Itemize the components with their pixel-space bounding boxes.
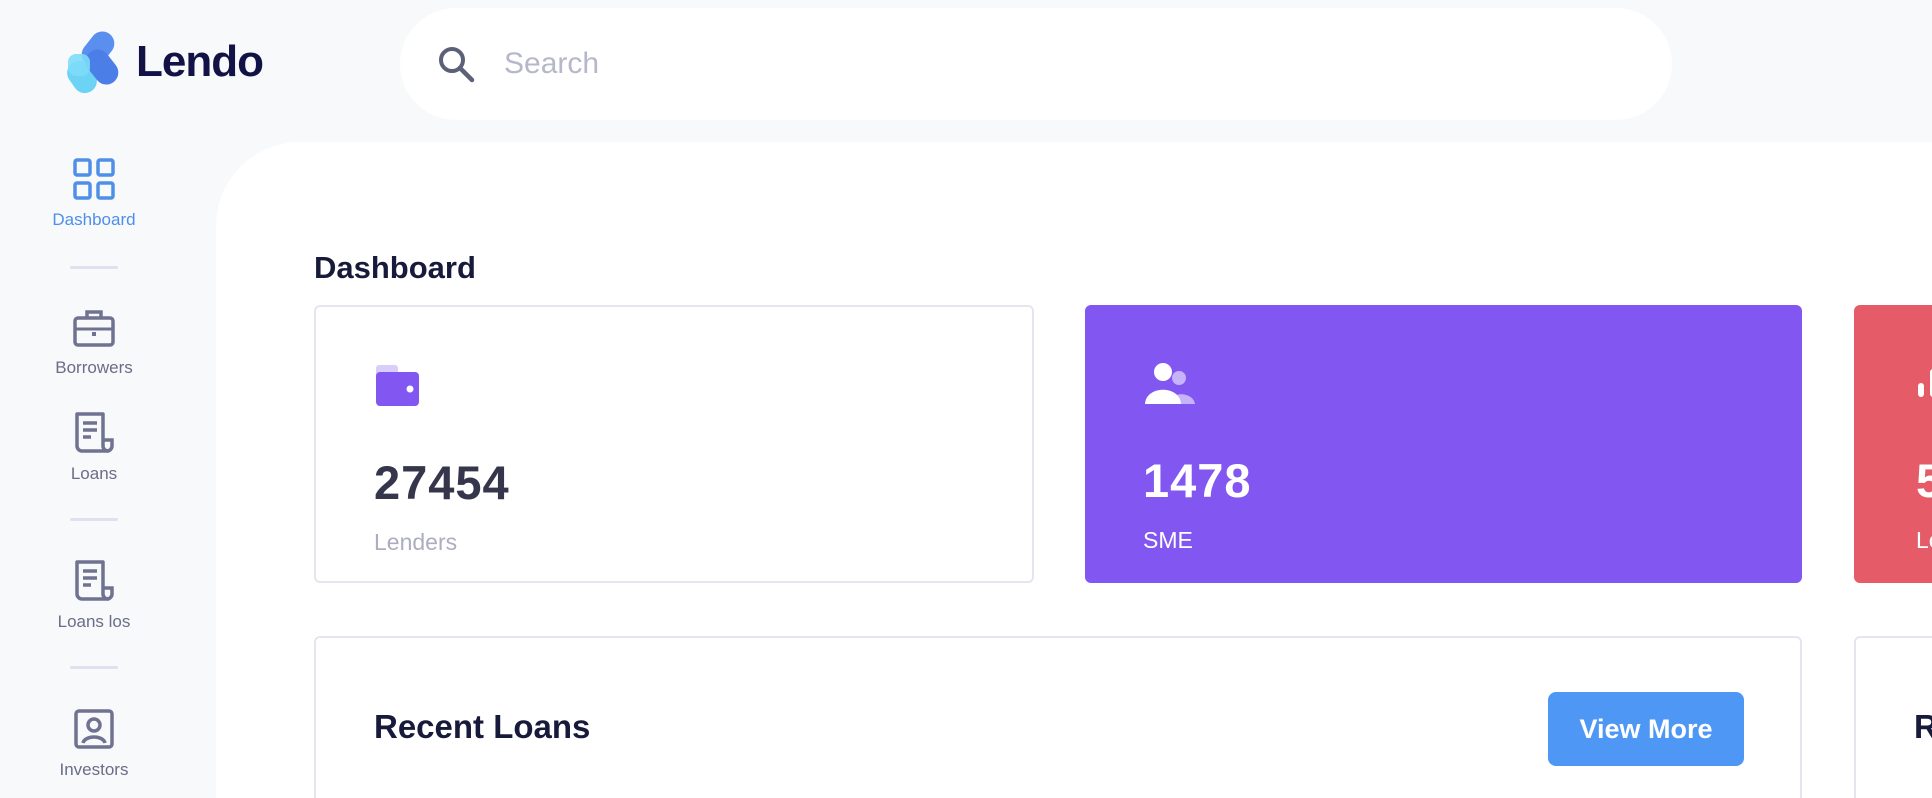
view-more-button[interactable]: View More: [1548, 692, 1744, 766]
sidebar-item-label: Loans los: [57, 612, 131, 631]
users-icon: [1145, 363, 1195, 404]
sidebar-item-investors[interactable]: Investors: [0, 708, 188, 780]
user-badge-icon: [74, 709, 114, 749]
document-icon: [75, 560, 114, 601]
sidebar-item-borrowers[interactable]: Borrowers: [0, 308, 188, 378]
sidebar-item-label: Loans: [70, 464, 118, 483]
sidebar-item-loans-los[interactable]: Loans los: [0, 560, 188, 632]
brand-logo[interactable]: Lendo: [64, 24, 264, 100]
search-icon[interactable]: [436, 44, 476, 84]
side-panel-title: R: [1914, 708, 1932, 745]
stat-label: Lenders: [374, 529, 458, 555]
recent-loans-card: Recent Loans View More: [314, 636, 1802, 798]
grid-icon: [73, 158, 115, 200]
search-bar: [400, 8, 1672, 120]
sidebar-item-label: Borrowers: [55, 358, 133, 377]
sidebar-divider: [70, 666, 118, 669]
wallet-icon: [376, 365, 419, 406]
app-root: Lendo Dashboard Bo: [0, 0, 1932, 798]
side-panel-card: R: [1854, 636, 1932, 798]
stat-card-lenders[interactable]: 27454 Lenders: [314, 305, 1034, 583]
sidebar-item-label: Dashboard: [52, 210, 136, 229]
sidebar-divider: [70, 266, 118, 269]
document-icon: [75, 412, 114, 453]
search-input[interactable]: [504, 36, 1604, 92]
lendo-logo-icon: [67, 31, 119, 94]
page-title: Dashboard: [314, 250, 476, 285]
stat-label: Lo: [1916, 527, 1932, 553]
stat-label: SME: [1143, 527, 1193, 553]
chart-icon: [1918, 369, 1932, 397]
sidebar-divider: [70, 518, 118, 521]
sidebar-item-loans[interactable]: Loans: [0, 412, 188, 484]
recent-loans-title: Recent Loans: [374, 708, 591, 745]
brand-name: Lendo: [136, 37, 264, 86]
stat-card-sme[interactable]: 1478 SME: [1085, 305, 1802, 583]
sidebar-item-dashboard[interactable]: Dashboard: [0, 158, 188, 230]
stat-card-loans[interactable]: 5 Lo: [1854, 305, 1932, 583]
stat-value: 27454: [374, 456, 510, 509]
main-panel: Dashboard 27454 Lenders 1478 SME 5 L Rec…: [216, 142, 1932, 798]
briefcase-icon: [73, 310, 115, 347]
sidebar-item-label: Investors: [59, 760, 129, 779]
stat-value: 1478: [1143, 454, 1252, 507]
stat-value: 5: [1916, 454, 1932, 507]
sidebar: Dashboard Borrowers Loans Loans los Inve…: [0, 140, 188, 798]
